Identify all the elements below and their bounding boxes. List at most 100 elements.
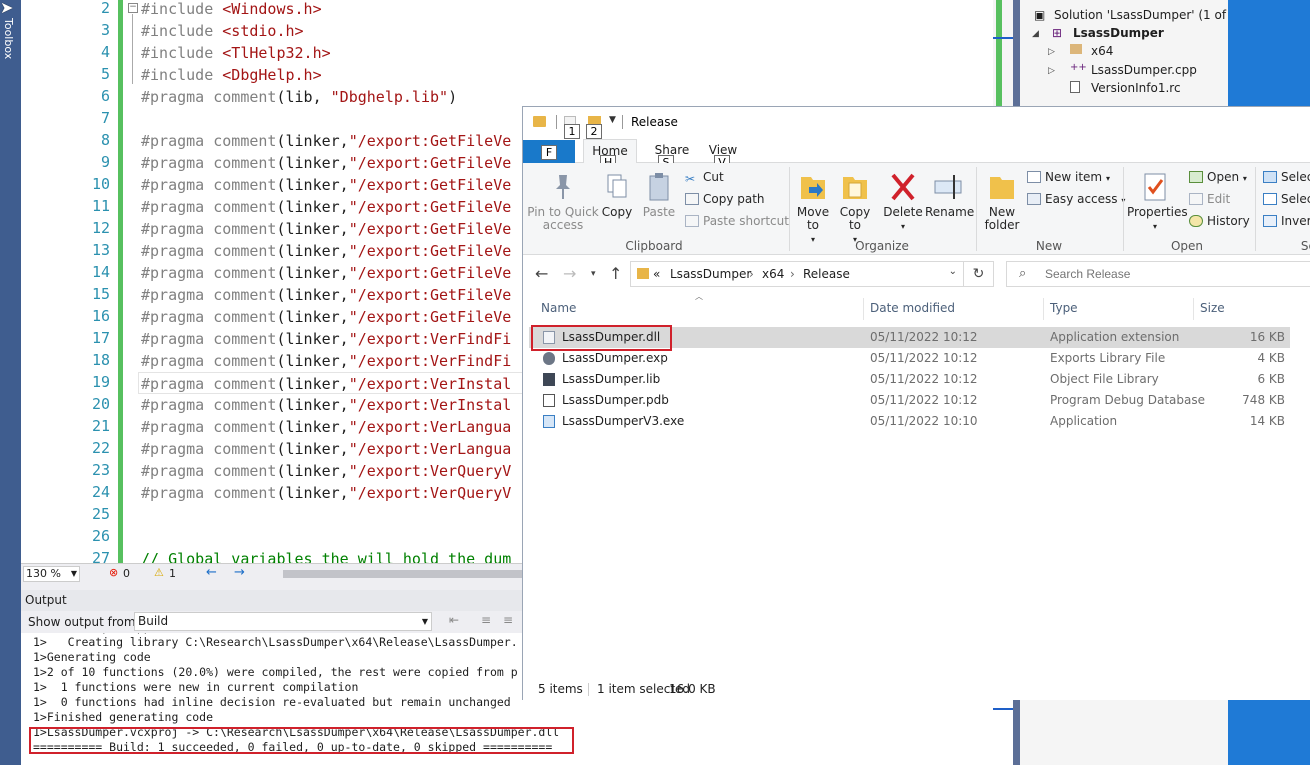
move-to-button[interactable]: Move to ▾ <box>793 171 833 246</box>
line-number: 13 <box>91 241 110 259</box>
forward-arrow-icon[interactable]: → <box>563 264 576 283</box>
code-line[interactable]: #pragma comment(linker,"/export:VerQuery… <box>141 482 511 504</box>
code-line[interactable]: #pragma comment(linker,"/export:VerLangu… <box>141 438 511 460</box>
copy-path-button[interactable]: Copy path <box>685 192 765 206</box>
warning-icon[interactable]: ⚠ <box>154 566 164 579</box>
easy-access-button[interactable]: Easy access ▾ <box>1027 192 1125 206</box>
edit-button[interactable]: Edit <box>1189 192 1230 206</box>
error-icon[interactable]: ⊗ <box>109 566 118 579</box>
column-divider[interactable] <box>863 298 864 320</box>
toolbox-label[interactable]: Toolbox <box>2 18 15 59</box>
file-row[interactable]: LsassDumperV3.exe 05/11/2022 10:10 Applica… <box>529 411 1290 432</box>
breadcrumb-separator-icon[interactable]: › <box>790 267 795 281</box>
code-line[interactable]: #include <DbgHelp.h> <box>141 64 322 86</box>
select-none-button[interactable]: Select <box>1263 192 1310 206</box>
select-all-button[interactable]: Select <box>1263 170 1310 184</box>
error-count[interactable]: 0 <box>123 567 130 580</box>
project-node[interactable]: LsassDumper <box>1073 26 1164 40</box>
history-button[interactable]: History <box>1189 214 1250 228</box>
address-bar[interactable]: « LsassDumper › x64 › Release ⌄ <box>630 261 964 287</box>
code-line[interactable]: #pragma comment(linker,"/export:VerLangu… <box>141 416 511 438</box>
properties-button[interactable]: Properties ▾ <box>1127 171 1188 233</box>
rename-button[interactable]: Rename <box>925 171 974 219</box>
new-item-button[interactable]: New item ▾ <box>1027 170 1110 184</box>
cut-button[interactable]: ✂ Cut <box>685 170 724 186</box>
file-row[interactable]: LsassDumper.lib 05/11/2022 10:12 Object Fi… <box>529 369 1290 390</box>
find-message-icon[interactable]: ⇤ <box>445 613 463 631</box>
code-line[interactable]: // Global variables the will hold the du… <box>141 548 511 563</box>
code-token: (linker, <box>276 308 349 326</box>
code-token: "/export:VerLangua <box>348 418 512 436</box>
solution-root[interactable]: Solution 'LsassDumper' (1 of 1 p <box>1054 8 1249 22</box>
column-date-modified[interactable]: Date modified <box>870 298 955 320</box>
solution-item-x64[interactable]: x64 <box>1091 44 1113 58</box>
breadcrumb-release[interactable]: Release <box>803 267 850 281</box>
breadcrumb-lsassdumper[interactable]: LsassDumper <box>670 267 751 281</box>
tab-file[interactable]: F <box>523 140 575 163</box>
delete-button[interactable]: Delete ▾ <box>883 171 923 233</box>
output-source-select[interactable]: Build ▼ <box>134 612 432 631</box>
editor-horizontal-scrollbar[interactable] <box>283 570 523 578</box>
up-arrow-icon[interactable]: ↑ <box>609 264 622 283</box>
code-line[interactable]: #pragma comment(linker,"/export:GetFileV… <box>141 306 511 328</box>
back-arrow-icon[interactable]: ← <box>535 264 548 283</box>
code-line[interactable]: #pragma comment(linker,"/export:GetFileV… <box>141 218 511 240</box>
refresh-icon[interactable]: ↻ <box>964 261 994 287</box>
file-row[interactable]: LsassDumper.pdb 05/11/2022 10:12 Program D… <box>529 390 1290 411</box>
code-line[interactable]: #pragma comment(linker,"/export:VerQuery… <box>141 460 511 482</box>
expanded-arrow-icon[interactable]: ◢ <box>1032 29 1039 39</box>
column-divider[interactable] <box>1193 298 1194 320</box>
column-name[interactable]: Name <box>541 298 576 320</box>
collapsed-arrow-icon[interactable]: ▷ <box>1048 66 1055 76</box>
paste-button[interactable]: Paste <box>639 171 679 219</box>
code-token: (linker, <box>276 462 349 480</box>
toolbox-strip[interactable]: Toolbox <box>0 0 21 765</box>
code-line[interactable]: #include <TlHelp32.h> <box>141 42 331 64</box>
breadcrumb-overflow[interactable]: « <box>653 267 660 281</box>
code-line[interactable]: #pragma comment(linker,"/export:GetFileV… <box>141 284 511 306</box>
column-size[interactable]: Size <box>1200 298 1225 320</box>
code-line[interactable]: #pragma comment(linker,"/export:GetFileV… <box>141 196 511 218</box>
breadcrumb-separator-icon[interactable]: › <box>749 267 754 281</box>
code-line[interactable]: #pragma comment(linker,"/export:GetFileV… <box>141 174 511 196</box>
code-line[interactable]: #pragma comment(linker,"/export:GetFileV… <box>141 152 511 174</box>
customize-toolbar-chevron-icon[interactable]: ▼ <box>609 115 616 125</box>
collapsed-arrow-icon[interactable]: ▷ <box>1048 47 1055 57</box>
code-line[interactable]: #pragma comment(linker,"/export:GetFileV… <box>141 262 511 284</box>
file-row[interactable]: LsassDumper.exp 05/11/2022 10:12 Exports L… <box>529 348 1290 369</box>
search-box[interactable]: ⌕ <box>1006 261 1310 287</box>
breadcrumb-x64[interactable]: x64 <box>762 267 784 281</box>
copy-path-icon <box>685 193 699 205</box>
next-message-icon[interactable]: ≡ <box>499 613 517 631</box>
code-line[interactable]: #pragma comment(linker,"/export:VerFindF… <box>141 350 511 372</box>
code-line[interactable]: #pragma comment(linker,"/export:GetFileV… <box>141 240 511 262</box>
code-line[interactable]: #include <Windows.h> <box>141 0 322 20</box>
column-type[interactable]: Type <box>1050 298 1078 320</box>
solution-item-rc[interactable]: VersionInfo1.rc <box>1091 81 1181 95</box>
collapse-region-icon[interactable]: − <box>128 3 138 13</box>
search-input[interactable] <box>1045 265 1305 283</box>
invert-selection-button[interactable]: Invert <box>1263 214 1310 228</box>
code-line[interactable]: #pragma comment(lib, "Dbghelp.lib") <box>141 86 457 108</box>
navigate-backward-icon[interactable]: ← <box>206 565 217 580</box>
chevron-down-icon[interactable]: ⌄ <box>949 266 957 277</box>
pin-to-quick-access-button[interactable]: Pin to Quick access <box>527 171 599 232</box>
paste-shortcut-button[interactable]: Paste shortcut <box>685 214 789 228</box>
change-tracking-bar <box>118 0 123 563</box>
zoom-level-select[interactable]: 130 % ▼ <box>23 566 80 582</box>
copy-to-button[interactable]: Copy to ▾ <box>835 171 875 246</box>
column-divider[interactable] <box>1043 298 1044 320</box>
code-token: (linker, <box>276 440 349 458</box>
copy-button[interactable]: Copy <box>599 171 635 219</box>
code-line[interactable]: #include <stdio.h> <box>141 20 304 42</box>
new-folder-button[interactable]: New folder <box>981 171 1023 232</box>
navigate-forward-icon[interactable]: → <box>234 565 245 580</box>
code-line[interactable]: #pragma comment(linker,"/export:GetFileV… <box>141 130 511 152</box>
previous-message-icon[interactable]: ≡ <box>477 613 495 631</box>
warning-count[interactable]: 1 <box>169 567 176 580</box>
recent-locations-chevron-icon[interactable]: ▾ <box>591 269 596 279</box>
code-line[interactable]: #pragma comment(linker,"/export:VerInsta… <box>141 394 511 416</box>
open-button[interactable]: Open ▾ <box>1189 170 1247 184</box>
solution-item-cpp[interactable]: LsassDumper.cpp <box>1091 63 1197 77</box>
code-line[interactable]: #pragma comment(linker,"/export:VerFindF… <box>141 328 511 350</box>
